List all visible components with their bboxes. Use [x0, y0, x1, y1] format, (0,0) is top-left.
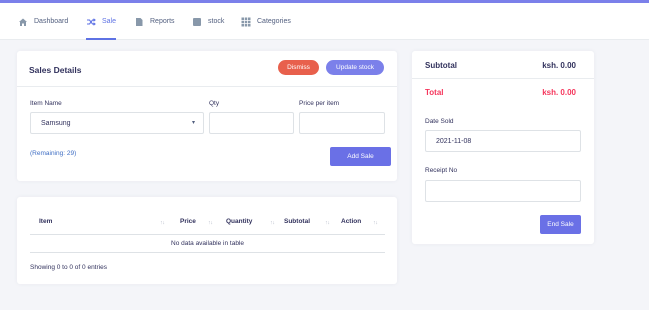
item-name-select[interactable]: Samsung ▾ [30, 112, 204, 134]
sort-icon: ↑↓ [270, 220, 275, 226]
subtotal-value: ksh. 0.00 [542, 61, 576, 70]
date-sold-input[interactable]: 2021-11-08 [425, 130, 581, 152]
divider [17, 86, 397, 87]
add-sale-button[interactable]: Add Sale [330, 147, 391, 166]
price-per-item-input[interactable] [299, 112, 385, 134]
sort-icon: ↑↓ [160, 220, 165, 226]
column-header-action[interactable]: Action [341, 218, 361, 225]
total-label: Total [425, 88, 444, 97]
stock-icon [193, 17, 201, 26]
shuffle-icon [87, 17, 96, 26]
nav-item-sale[interactable]: Sale [86, 3, 117, 40]
nav-item-dashboard[interactable]: Dashboard [18, 3, 68, 40]
column-header-quantity[interactable]: Quantity [226, 218, 252, 225]
subtotal-label: Subtotal [425, 61, 457, 70]
column-header-item[interactable]: Item [39, 218, 52, 225]
total-value: ksh. 0.00 [542, 88, 576, 97]
document-icon [136, 17, 143, 26]
nav-item-label: Reports [150, 18, 175, 25]
qty-label: Qty [209, 100, 220, 107]
column-header-subtotal[interactable]: Subtotal [284, 218, 310, 225]
date-sold-label: Date Sold [425, 118, 454, 125]
item-name-value: Samsung [41, 119, 71, 127]
home-icon [19, 18, 27, 26]
date-sold-value: 2021-11-08 [436, 137, 472, 145]
card-title: Sales Details [29, 65, 82, 75]
qty-input[interactable] [209, 112, 294, 134]
nav-item-label: stock [208, 18, 225, 25]
receipt-no-input[interactable] [425, 180, 581, 202]
nav-item-label: Dashboard [34, 18, 69, 25]
divider [412, 78, 594, 79]
sale-items-table-card: Item ↑↓ Price ↑↓ Quantity ↑↓ Subtotal ↑↓… [17, 197, 397, 284]
nav-item-label: Categories [257, 18, 291, 25]
end-sale-button[interactable]: End Sale [540, 215, 581, 234]
receipt-no-label: Receipt No [425, 167, 458, 174]
sort-icon: ↑↓ [208, 220, 213, 226]
top-navigation: Dashboard Sale Reports stock Categories [0, 3, 649, 40]
nav-item-label: Sale [102, 18, 117, 25]
nav-item-stock[interactable]: stock [192, 3, 224, 40]
sort-icon: ↑↓ [325, 220, 330, 226]
table-empty-row: No data available in table [30, 235, 385, 253]
nav-item-categories[interactable]: Categories [241, 3, 291, 40]
table-info-text: Showing 0 to 0 of 0 entries [30, 264, 107, 271]
remaining-text: (Remaining: 29) [30, 150, 77, 157]
chevron-down-icon: ▾ [191, 120, 195, 126]
nav-item-reports[interactable]: Reports [134, 3, 175, 40]
table-header: Item ↑↓ Price ↑↓ Quantity ↑↓ Subtotal ↑↓… [30, 213, 385, 235]
sales-details-card: Sales Details Dismiss Update stock Item … [17, 51, 397, 181]
grid-icon [241, 17, 251, 26]
column-header-price[interactable]: Price [180, 218, 196, 225]
sort-icon: ↑↓ [373, 220, 378, 226]
dismiss-button[interactable]: Dismiss [278, 60, 319, 75]
item-name-label: Item Name [30, 100, 62, 107]
sale-summary-card: Subtotal ksh. 0.00 Total ksh. 0.00 Date … [412, 51, 594, 244]
price-per-item-label: Price per item [299, 100, 340, 107]
update-stock-button[interactable]: Update stock [326, 60, 384, 75]
table-empty-text: No data available in table [171, 240, 244, 247]
